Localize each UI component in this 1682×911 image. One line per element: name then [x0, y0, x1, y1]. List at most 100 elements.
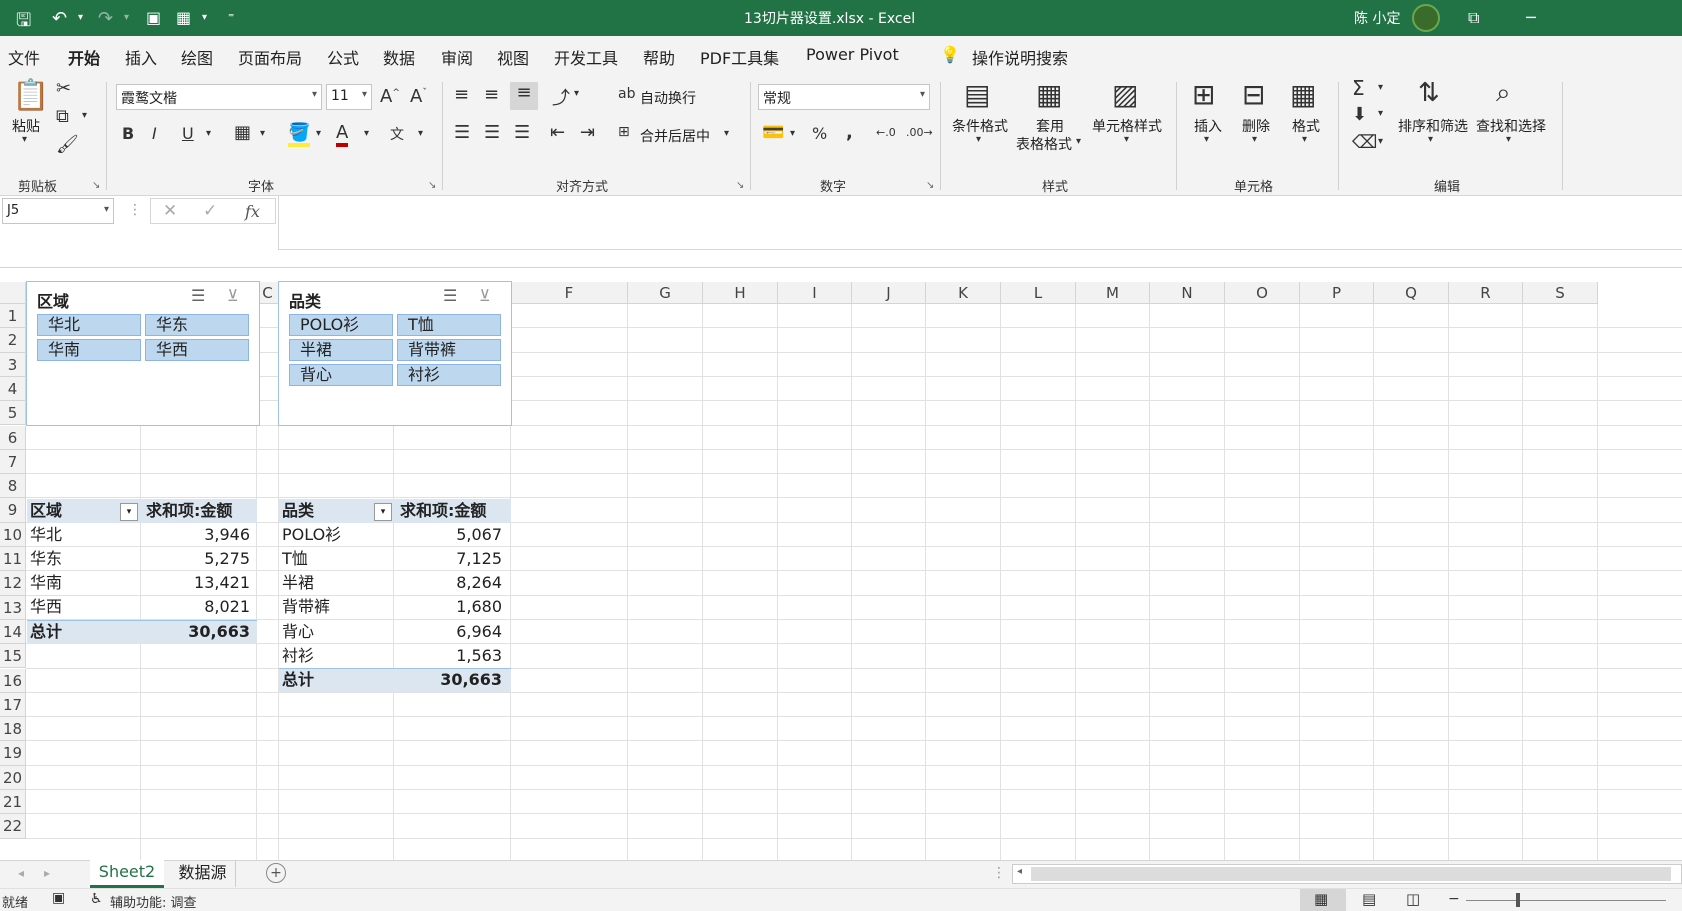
filter-dropdown-icon[interactable]: ▾ — [120, 503, 138, 521]
row-header[interactable]: 12 — [0, 571, 26, 596]
table-row-label[interactable]: 背带裤 — [282, 594, 330, 620]
font-name-select[interactable]: 霞鹜文楷 ▾ — [116, 84, 322, 110]
merge-dropdown-icon[interactable]: ▾ — [724, 128, 729, 139]
slicer-item-vest[interactable]: 背心 — [289, 364, 393, 386]
zoom-slider-thumb[interactable] — [1516, 893, 1520, 907]
slicer-item-polo[interactable]: POLO衫 — [289, 314, 393, 336]
borders-dropdown-icon[interactable]: ▾ — [260, 128, 265, 139]
clear-filter-icon[interactable]: ⊻ — [227, 286, 239, 305]
table-row-label[interactable]: 半裙 — [282, 570, 314, 596]
row-header[interactable]: 17 — [0, 692, 26, 718]
tab-page-layout[interactable]: 页面布局 — [238, 45, 302, 69]
conditional-format-dropdown-icon[interactable]: ▾ — [976, 134, 981, 145]
font-size-select[interactable]: 11 ▾ — [326, 84, 372, 110]
increase-indent-icon[interactable]: ⇥ — [580, 122, 595, 143]
slicer-item-huadong[interactable]: 华东 — [145, 314, 249, 336]
cell-styles-button[interactable]: 单元格样式 — [1092, 116, 1162, 136]
row-header[interactable]: 21 — [0, 790, 26, 815]
column-header[interactable]: M — [1076, 282, 1150, 304]
tab-file[interactable]: 文件 — [8, 45, 40, 69]
paste-dropdown-icon[interactable]: ▾ — [22, 134, 27, 145]
cancel-icon[interactable]: ✕ — [163, 201, 177, 221]
row-header[interactable]: 22 — [0, 814, 26, 839]
table-format-dropdown-icon[interactable]: ▾ — [1076, 136, 1081, 147]
row-header[interactable]: 2 — [0, 328, 26, 353]
slicer-category[interactable]: 品类 ☰ ⊻ POLO衫 T恤 半裙 背带裤 背心 衬衫 — [278, 281, 512, 426]
page-break-view-icon[interactable]: ◫ — [1406, 890, 1420, 908]
name-box-dropdown-icon[interactable]: ▾ — [104, 204, 109, 215]
table-row-value[interactable]: 8,264 — [400, 570, 502, 596]
column-header[interactable]: F — [511, 282, 628, 304]
worksheet-grid[interactable]: ABCDEFGHIJKLMNOPQRS 12345678910111213141… — [0, 268, 1682, 860]
row-header[interactable]: 7 — [0, 449, 26, 475]
copy-icon[interactable]: ⧉ — [56, 106, 69, 127]
table-icon[interactable]: ▦ — [176, 8, 191, 27]
phonetic-dropdown-icon[interactable]: ▾ — [418, 128, 423, 139]
decrease-decimal-icon[interactable]: .00→ — [906, 126, 933, 139]
row-header[interactable]: 13 — [0, 595, 26, 620]
row-header[interactable]: 18 — [0, 717, 26, 742]
ribbon-display-icon[interactable]: ⧉ — [1468, 8, 1479, 28]
clear-filter-icon[interactable]: ⊻ — [479, 286, 491, 305]
scroll-left-icon[interactable]: ◂ — [1017, 866, 1022, 877]
row-header[interactable]: 6 — [0, 425, 26, 450]
table-row-value[interactable]: 8,021 — [146, 594, 250, 620]
insert-cells-button[interactable]: 插入 — [1194, 116, 1222, 136]
delete-cells-button[interactable]: 删除 — [1242, 116, 1270, 136]
pivot-region-total-label[interactable]: 总计 — [30, 619, 62, 645]
tab-review[interactable]: 审阅 — [441, 45, 473, 69]
slicer-item-huanan[interactable]: 华南 — [37, 339, 141, 361]
slicer-region[interactable]: 区域 ☰ ⊻ 华北 华东 华南 华西 — [26, 281, 260, 426]
copy-dropdown-icon[interactable]: ▾ — [82, 110, 87, 121]
row-header[interactable]: 16 — [0, 668, 26, 693]
tab-draw[interactable]: 绘图 — [181, 45, 213, 69]
row-header[interactable]: 9 — [0, 498, 26, 523]
enter-icon[interactable]: ✓ — [203, 201, 217, 221]
pivot-region-header-row-label[interactable]: 区域 — [30, 498, 62, 524]
format-cells-button[interactable]: 格式 — [1292, 116, 1320, 136]
table-format-label-1[interactable]: 套用 — [1036, 116, 1064, 136]
formula-input[interactable] — [278, 196, 1682, 250]
cell-styles-icon[interactable]: ▨ — [1112, 78, 1138, 111]
wrap-text-icon[interactable]: ab — [618, 86, 635, 102]
cut-icon[interactable]: ✂ — [56, 78, 71, 99]
pivot-region-total-value[interactable]: 30,663 — [146, 619, 250, 645]
bold-button[interactable]: B — [122, 124, 134, 143]
table-row-value[interactable]: 6,964 — [400, 619, 502, 645]
select-all-corner[interactable] — [0, 282, 26, 304]
number-launcher-icon[interactable]: ↘ — [926, 180, 934, 191]
user-name[interactable]: 陈 小定 — [1354, 8, 1400, 28]
merge-icon[interactable]: ⊞ — [618, 124, 630, 140]
prev-sheet-icon[interactable]: ◂ — [18, 866, 24, 880]
autosum-icon[interactable]: Σ — [1352, 76, 1365, 100]
autosum-dropdown-icon[interactable]: ▾ — [1378, 82, 1383, 93]
insert-cells-icon[interactable]: ⊞ — [1192, 78, 1215, 111]
format-cells-icon[interactable]: ▦ — [1290, 78, 1316, 111]
font-launcher-icon[interactable]: ↘ — [428, 180, 436, 191]
align-top-icon[interactable]: ≡ — [454, 84, 469, 105]
pivot-category-header-value-label[interactable]: 求和项:金额 — [400, 498, 486, 524]
table-row-value[interactable]: 5,067 — [400, 522, 502, 548]
tab-developer[interactable]: 开发工具 — [554, 45, 618, 69]
sort-filter-icon[interactable]: ⇅ — [1418, 78, 1440, 108]
table-row-value[interactable]: 1,680 — [400, 594, 502, 620]
column-header[interactable]: N — [1150, 282, 1225, 304]
align-left-icon[interactable]: ☰ — [454, 122, 470, 143]
table-row-value[interactable]: 7,125 — [400, 546, 502, 572]
sheet-tab-data-source[interactable]: 数据源 — [170, 861, 236, 887]
minimize-icon[interactable]: ─ — [1526, 8, 1536, 27]
table-row-label[interactable]: 背心 — [282, 619, 314, 645]
clipboard-launcher-icon[interactable]: ↘ — [92, 180, 100, 191]
slicer-item-shirt[interactable]: 衬衫 — [397, 364, 501, 386]
paste-button[interactable]: 粘贴 — [12, 116, 40, 136]
sort-filter-button[interactable]: 排序和筛选 — [1398, 116, 1468, 136]
borders-icon[interactable]: ▦ — [234, 122, 251, 143]
column-header[interactable]: K — [926, 282, 1001, 304]
underline-button[interactable]: U — [182, 124, 194, 143]
table-row-label[interactable]: 华西 — [30, 594, 62, 620]
percent-button[interactable]: % — [812, 124, 827, 143]
align-center-icon[interactable]: ☰ — [484, 122, 500, 143]
accessibility-icon[interactable]: ♿ — [90, 891, 103, 907]
currency-dropdown-icon[interactable]: ▾ — [790, 128, 795, 139]
fill-color-dropdown-icon[interactable]: ▾ — [316, 128, 321, 139]
